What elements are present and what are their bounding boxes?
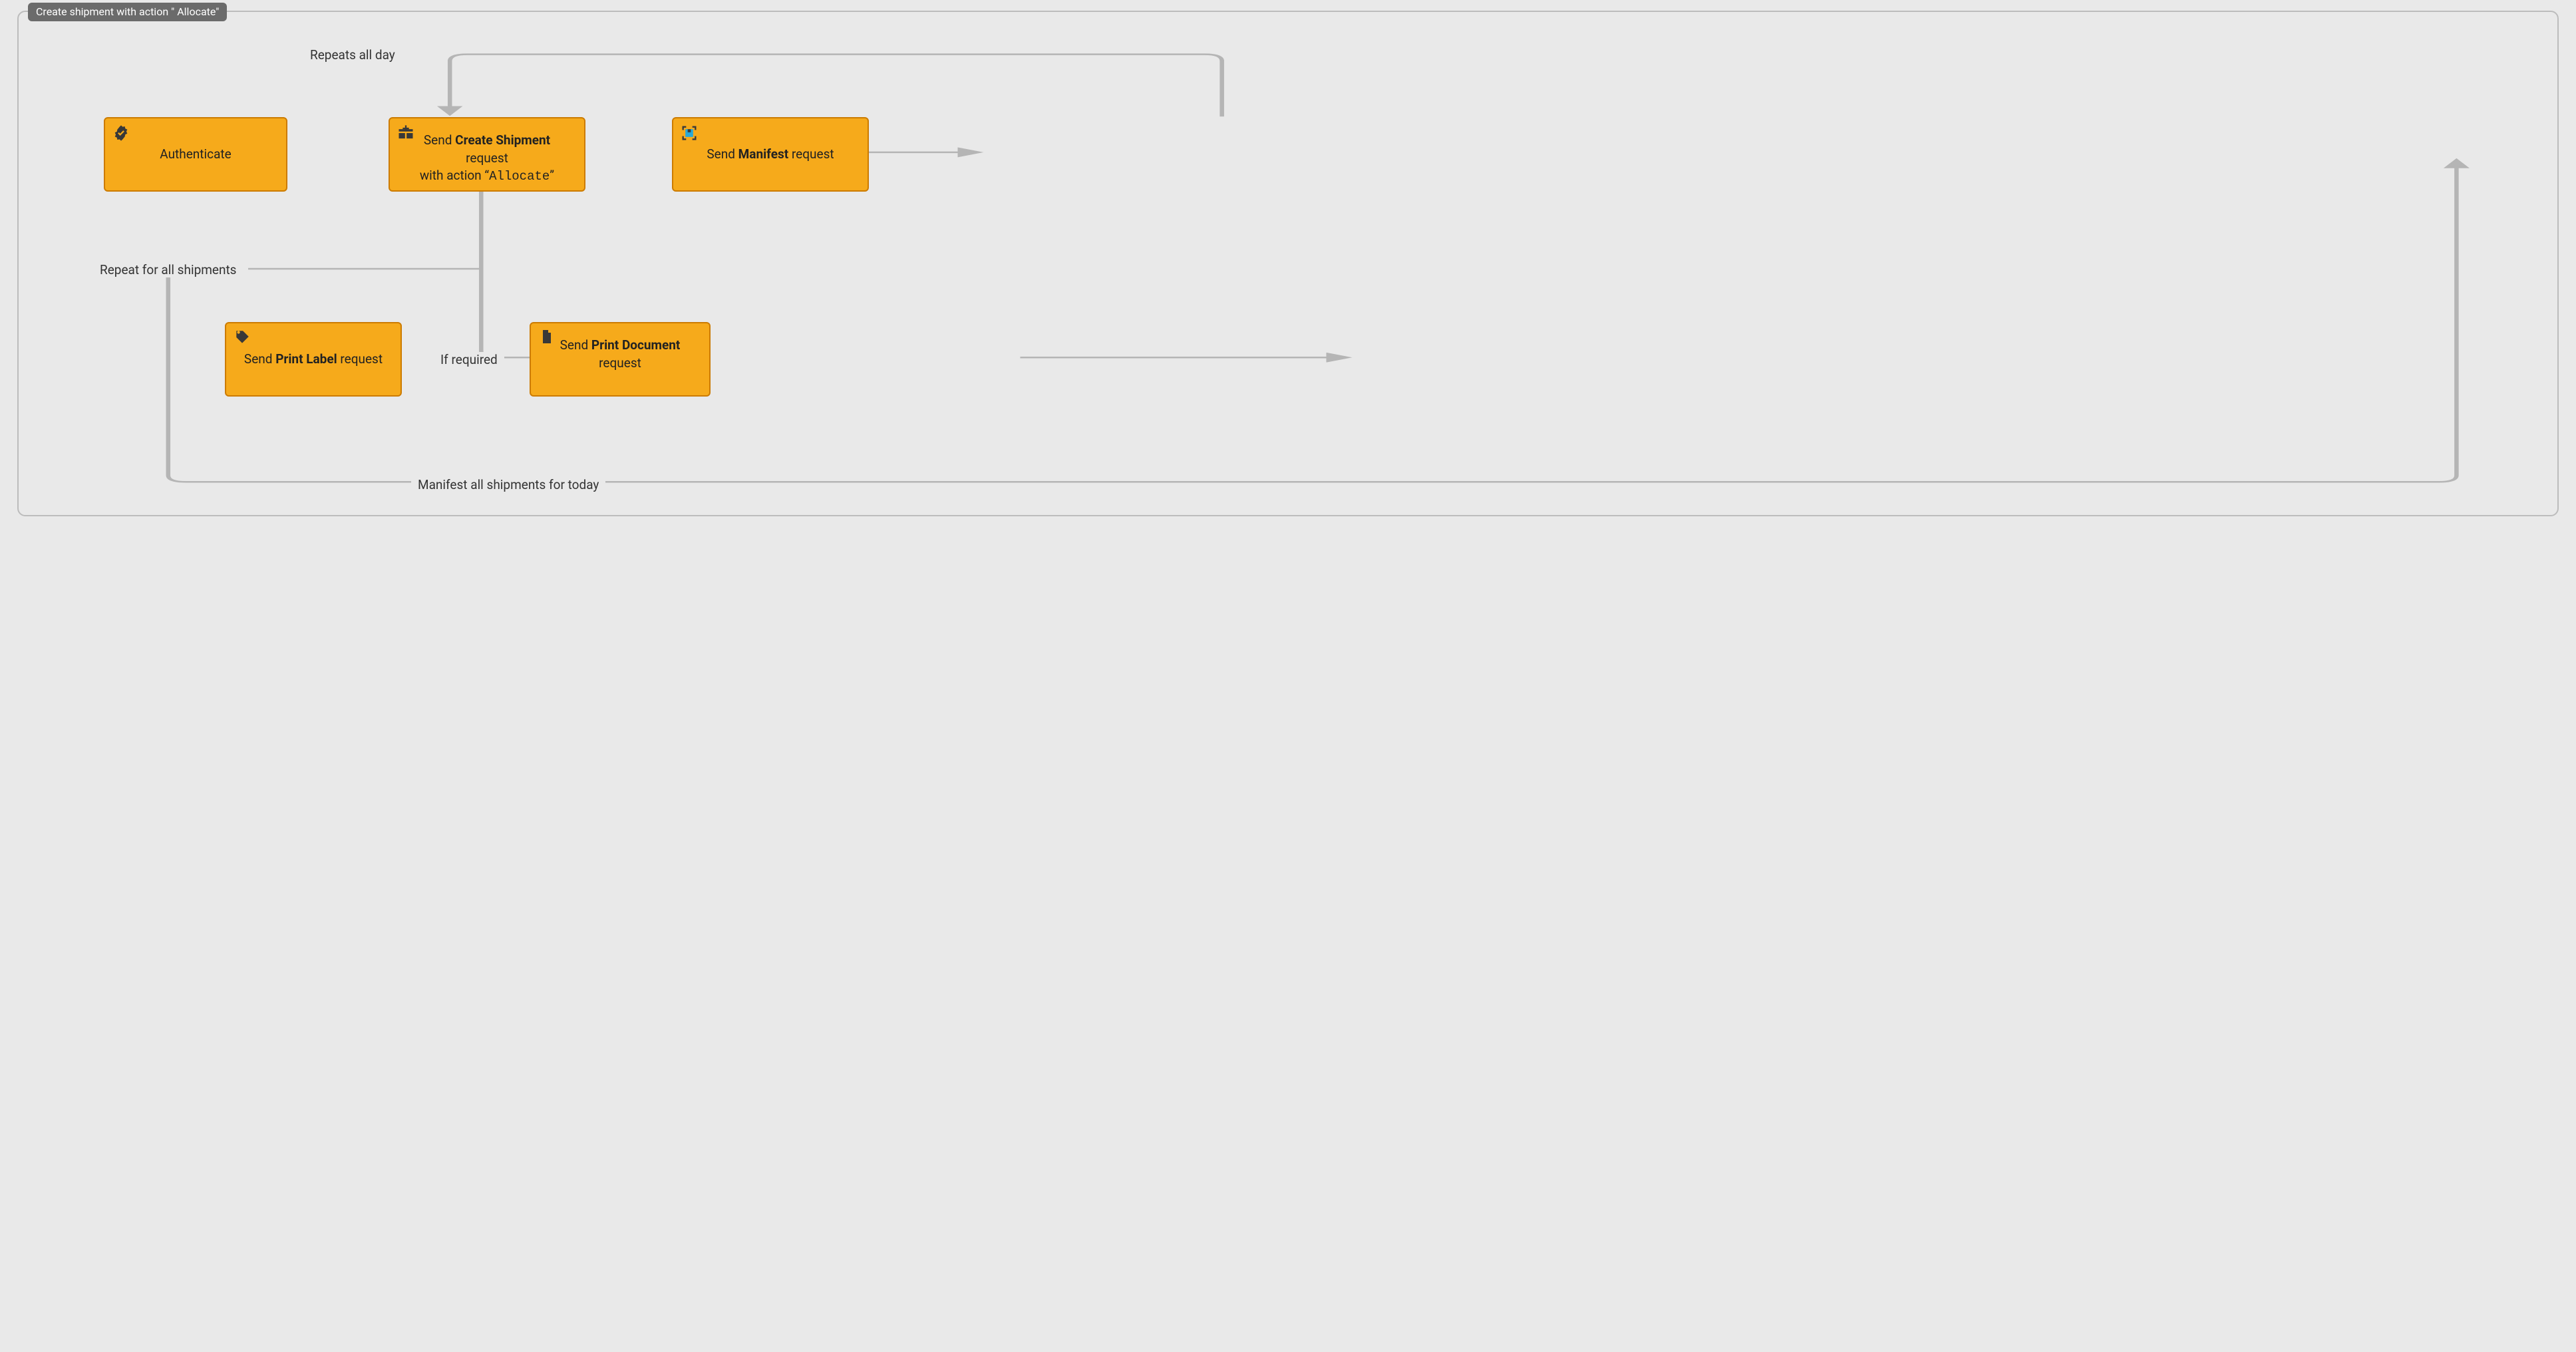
document-icon — [538, 329, 556, 347]
text-bold: Print Label — [275, 351, 337, 367]
node-authenticate-label: Authenticate — [160, 146, 231, 164]
frame-title-pill: Create shipment with action " Allocate" — [28, 3, 227, 21]
node-manifest: Send Manifest request — [672, 117, 869, 192]
text-bold: Create Shipment — [455, 132, 550, 148]
text-segment: request — [788, 146, 834, 162]
node-print-label: Send Print Label request — [225, 322, 402, 397]
box-scan-icon — [680, 124, 699, 142]
text-segment: request — [466, 150, 508, 166]
text-segment: Send — [560, 337, 591, 353]
diagram-frame: Create shipment with action " Allocate" — [17, 11, 2559, 516]
edge-label-if-required: If required — [434, 352, 504, 367]
node-authenticate: Authenticate — [104, 117, 287, 192]
node-create-shipment: Send Create Shipment request with action… — [389, 117, 585, 192]
connector-layer — [19, 12, 2557, 515]
text-segment: with action “ — [420, 168, 489, 183]
edge-label-repeats-all-day: Repeats all day — [303, 47, 402, 63]
text-segment: Send — [424, 132, 455, 148]
text-code: Allocate — [489, 169, 550, 184]
text-bold: Print Document — [591, 337, 680, 353]
edge-label-manifest-today: Manifest all shipments for today — [411, 477, 605, 492]
text-segment: request — [337, 351, 383, 367]
verified-badge-icon — [112, 124, 130, 142]
text-bold: Manifest — [738, 146, 789, 162]
package-plus-icon — [397, 124, 415, 142]
frame-title: Create shipment with action " Allocate" — [36, 5, 219, 18]
edge-label-repeat-all-shipments: Repeat for all shipments — [93, 262, 243, 277]
text-segment: Send — [244, 351, 275, 367]
text-segment: ” — [550, 168, 554, 183]
node-print-document: Send Print Document request — [530, 322, 711, 397]
tag-icon — [233, 329, 251, 347]
text-segment: Send — [707, 146, 738, 162]
text-segment: request — [599, 355, 641, 371]
